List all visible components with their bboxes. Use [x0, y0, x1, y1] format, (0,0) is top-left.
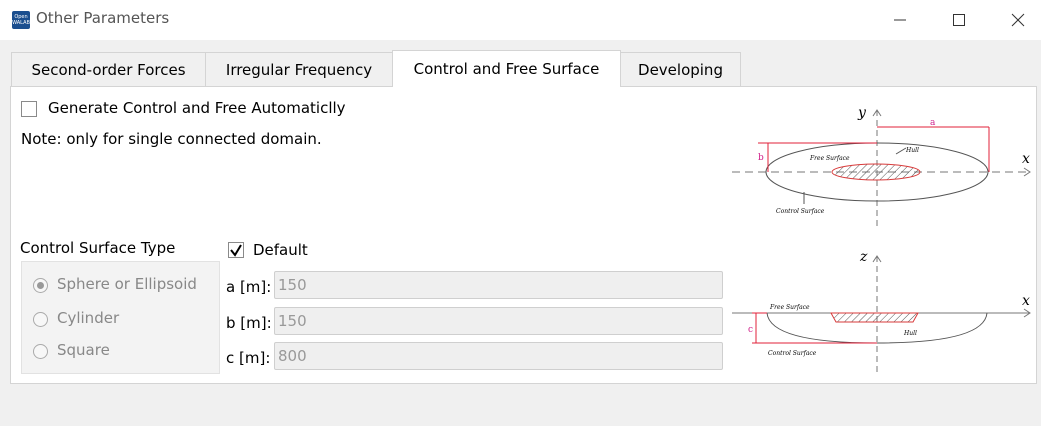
radio-label-cylinder[interactable]: Cylinder	[57, 309, 119, 327]
close-button[interactable]	[995, 0, 1041, 40]
maximize-icon	[953, 14, 965, 26]
maximize-button[interactable]	[936, 0, 982, 40]
plan-control-surface-label: Control Surface	[776, 208, 825, 215]
dimension-b-label: b	[758, 153, 764, 163]
radio-sphere-or-ellipsoid[interactable]	[33, 278, 48, 293]
radio-cylinder[interactable]	[33, 312, 48, 327]
control-surface-type-label: Control Surface Type	[20, 239, 176, 257]
field-a-input[interactable]: 150	[274, 271, 723, 299]
minimize-button[interactable]	[877, 0, 923, 40]
auto-generate-checkbox[interactable]	[21, 101, 37, 117]
elevation-view-diagram: z x c Free Surface Hull Control Surface	[730, 238, 1036, 378]
dimension-c-label: c	[748, 325, 753, 335]
auto-generate-label[interactable]: Generate Control and Free Automaticlly	[48, 99, 346, 117]
note-text: Note: only for single connected domain.	[21, 130, 322, 148]
radio-square[interactable]	[33, 344, 48, 359]
default-label[interactable]: Default	[253, 241, 308, 259]
field-b-input[interactable]: 150	[274, 307, 723, 335]
app-logo-text: Open WALAB	[12, 14, 30, 26]
tab-second-order-forces[interactable]: Second-order Forces	[11, 52, 206, 86]
plan-hull-label: Hull	[905, 147, 919, 154]
plan-y-axis-label: y	[857, 105, 867, 121]
field-a-label: a [m]:	[226, 278, 272, 296]
default-checkbox[interactable]	[228, 242, 244, 258]
checkmark-icon	[230, 244, 242, 257]
tab-label: Second-order Forces	[31, 60, 186, 79]
tab-irregular-frequency[interactable]: Irregular Frequency	[205, 52, 393, 86]
field-b-label: b [m]:	[226, 314, 272, 332]
tab-control-and-free-surface[interactable]: Control and Free Surface	[392, 50, 621, 87]
radio-selected-dot	[37, 282, 44, 289]
minimize-icon	[894, 19, 906, 21]
close-icon	[1011, 13, 1025, 27]
elevation-control-surface-label: Control Surface	[768, 350, 817, 357]
tab-strip: Second-order Forces Irregular Frequency …	[0, 40, 1041, 87]
field-c-input[interactable]: 800	[274, 342, 723, 370]
tab-developing[interactable]: Developing	[620, 52, 741, 86]
control-surface-type-group: Sphere or Ellipsoid Cylinder Square	[21, 261, 220, 374]
plan-view-diagram: y x a b Free Surface Hull Control Surfac…	[730, 96, 1036, 233]
tab-label: Control and Free Surface	[413, 60, 600, 78]
plan-view-svg: y x a b Free Surface Hull Control Surfac…	[732, 105, 1031, 230]
dimension-a-label: a	[930, 118, 936, 128]
elevation-z-axis-label: z	[859, 249, 868, 265]
elevation-hull-label: Hull	[903, 330, 917, 337]
plan-free-surface-label: Free Surface	[809, 155, 850, 162]
elevation-view-svg: z x c Free Surface Hull Control Surface	[732, 249, 1031, 374]
tab-label: Irregular Frequency	[225, 60, 373, 79]
window-title: Other Parameters	[36, 9, 170, 27]
app-logo-icon: Open WALAB	[12, 11, 30, 29]
tab-label: Developing	[638, 60, 723, 79]
title-bar: Open WALAB Other Parameters	[0, 0, 1041, 40]
radio-label-sphere-or-ellipsoid[interactable]: Sphere or Ellipsoid	[57, 275, 197, 293]
elevation-free-surface-label: Free Surface	[769, 304, 810, 311]
plan-x-axis-label: x	[1022, 151, 1030, 167]
radio-label-square[interactable]: Square	[57, 341, 110, 359]
elevation-x-axis-label: x	[1022, 293, 1030, 309]
field-c-label: c [m]:	[226, 349, 271, 367]
